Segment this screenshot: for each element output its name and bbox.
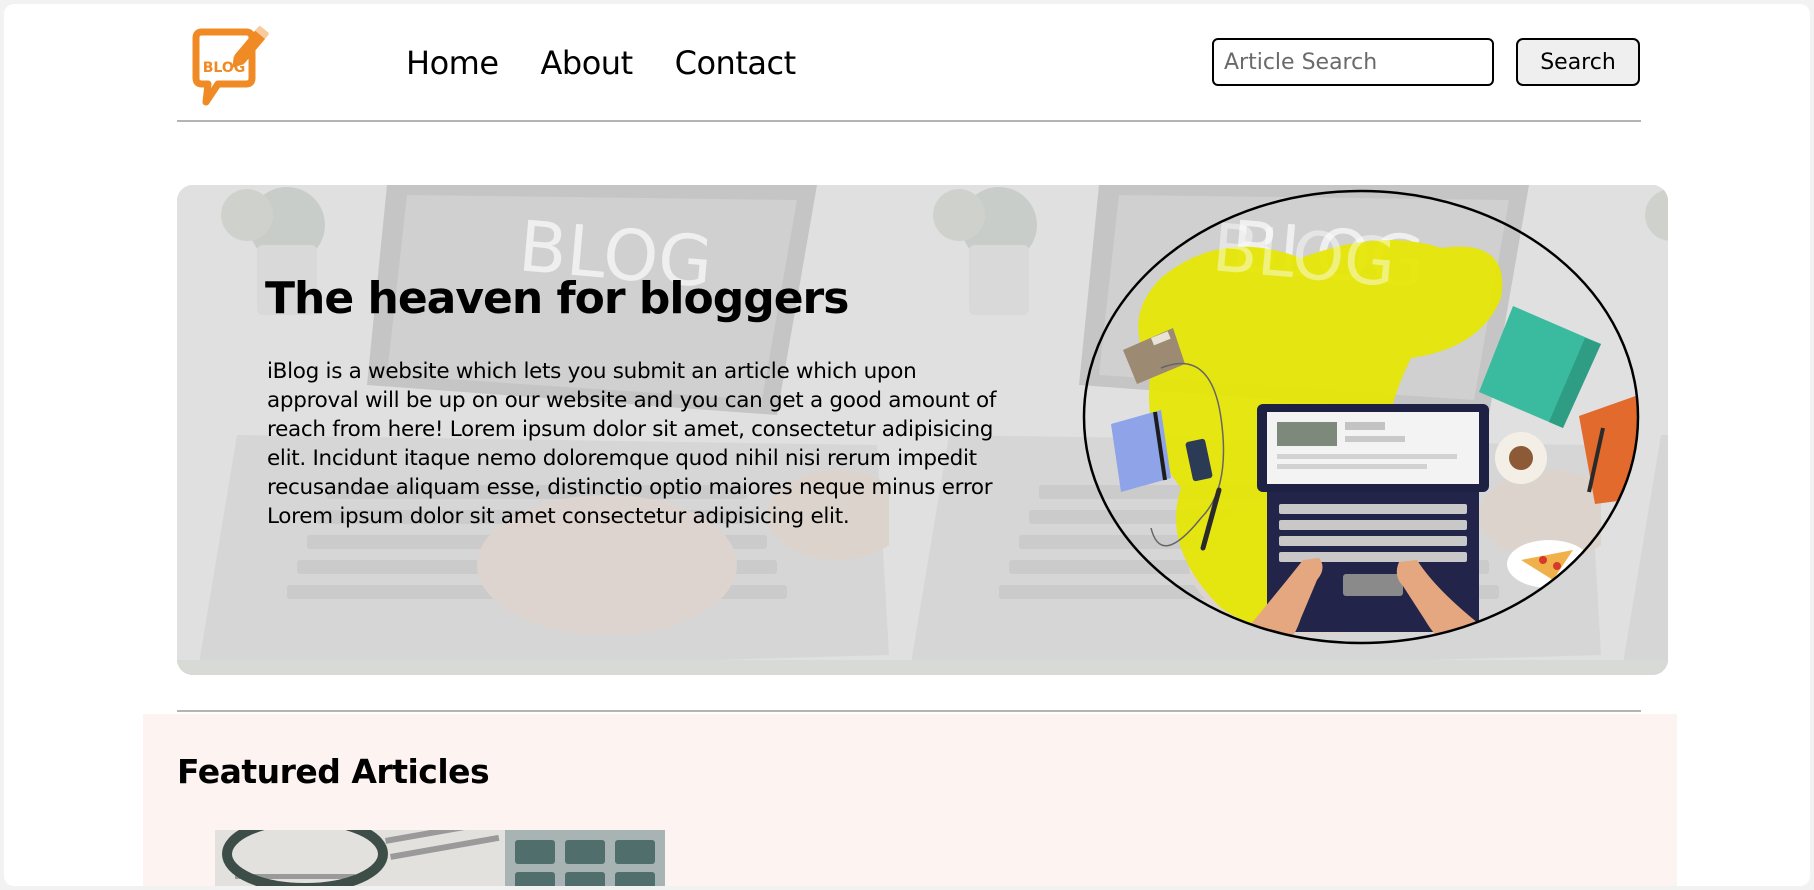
hero-banner: BLOG BLOG The heaven for bloggers iBlog … [177, 185, 1668, 675]
blog-logo[interactable]: BLOG [188, 22, 274, 106]
blogging-illustration: BLOG [1082, 189, 1640, 645]
hero-title: The heaven for bloggers [265, 273, 849, 324]
hero-description: iBlog is a website which lets you submit… [267, 359, 997, 529]
page-frame: BLOG Home About Contact Search [4, 4, 1810, 886]
main-nav: Home About Contact [406, 44, 796, 82]
header-divider [177, 120, 1641, 122]
featured-article-image[interactable] [215, 830, 665, 886]
featured-articles-heading: Featured Articles [177, 752, 490, 791]
article-search-input[interactable] [1212, 38, 1494, 86]
section-divider [177, 710, 1641, 712]
nav-home[interactable]: Home [406, 44, 499, 82]
nav-contact[interactable]: Contact [675, 44, 797, 82]
svg-text:BLOG: BLOG [203, 60, 246, 76]
featured-articles-section: Featured Articles [143, 714, 1677, 886]
search-button[interactable]: Search [1516, 38, 1640, 86]
nav-about[interactable]: About [541, 44, 634, 82]
svg-text:BLOG: BLOG [1210, 209, 1399, 302]
